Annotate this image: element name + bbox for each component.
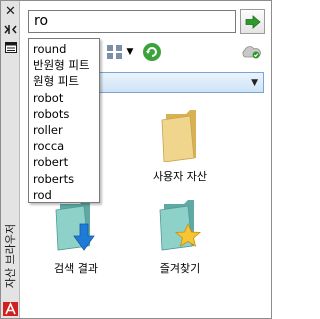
refresh-button[interactable]	[141, 41, 163, 63]
cloud-sync-icon[interactable]	[240, 45, 262, 59]
tile-label: 즐겨찾기	[159, 262, 201, 275]
suggestion-item[interactable]: robot	[33, 90, 99, 106]
arrow-right-icon	[245, 14, 261, 29]
palette-side-strip: ✕ 자산 브라우저	[1, 1, 20, 318]
suggestion-item[interactable]: rod	[33, 187, 99, 203]
tile-label: 사용자 자산	[152, 170, 208, 183]
properties-icon[interactable]	[3, 41, 18, 54]
palette-title: 자산 브라우저	[1, 217, 20, 295]
suggestion-item[interactable]: 원형 피트	[33, 73, 99, 89]
chevron-down-icon: ▼	[251, 78, 258, 88]
close-icon[interactable]: ✕	[3, 5, 18, 18]
auto-hide-icon[interactable]	[3, 23, 18, 36]
suggestion-item[interactable]: robert	[33, 154, 99, 170]
tile-favorites[interactable]: 즐겨찾기	[132, 200, 228, 276]
tile-user-assets[interactable]: 사용자 자산	[132, 110, 228, 184]
suggestion-item[interactable]: roberts	[33, 171, 99, 187]
search-go-button[interactable]	[240, 9, 265, 34]
palette-title-text: 자산 브라우저	[4, 223, 18, 289]
folder-icon	[161, 110, 196, 162]
autocomplete-list: round 반원형 피트 원형 피트 robot robots roller r…	[28, 38, 100, 203]
view-mode-button[interactable]	[104, 43, 126, 61]
search-input[interactable]: ro	[28, 10, 236, 33]
refresh-icon	[143, 43, 161, 61]
thumbnail-view-icon	[107, 45, 122, 59]
search-results-folder-icon	[55, 200, 95, 251]
app-logo-icon	[3, 302, 18, 316]
tile-search-results[interactable]: 검색 결과	[28, 200, 124, 276]
suggestion-item[interactable]: 반원형 피트	[33, 57, 99, 73]
chevron-down-icon[interactable]: ▼	[125, 47, 135, 57]
suggestion-item[interactable]: rocca	[33, 138, 99, 154]
tile-label: 검색 결과	[54, 262, 98, 275]
suggestion-item[interactable]: roller	[33, 122, 99, 138]
suggestion-item[interactable]: round	[33, 41, 99, 57]
suggestion-item[interactable]: robots	[33, 106, 99, 122]
favorites-folder-icon	[159, 200, 202, 251]
